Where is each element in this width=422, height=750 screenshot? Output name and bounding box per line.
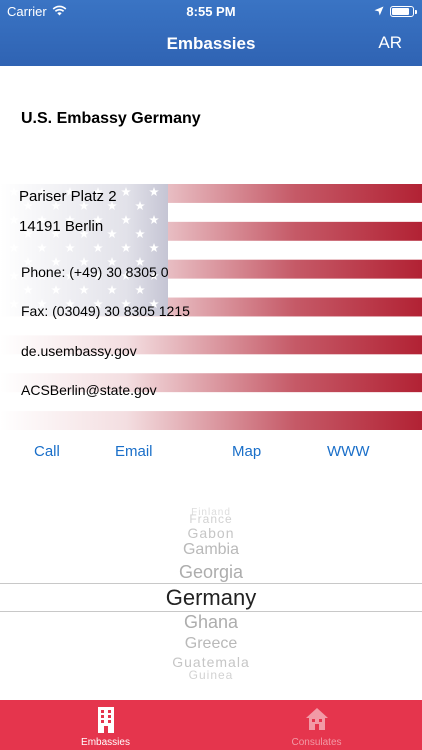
ar-button[interactable]: AR	[378, 33, 402, 53]
status-time: 8:55 PM	[186, 4, 236, 19]
picker-selection-line-bottom	[0, 611, 422, 612]
building-icon	[97, 707, 115, 738]
address-line1: Pariser Platz 2	[19, 188, 117, 205]
address-line2: 14191 Berlin	[19, 218, 104, 235]
picker-item[interactable]: Gambia	[0, 541, 422, 559]
picker-item[interactable]: Ghana	[0, 612, 422, 633]
status-right	[374, 4, 417, 19]
country-picker[interactable]: Finland France Gabon Gambia Georgia Germ…	[0, 505, 422, 685]
tab-label-embassies: Embassies	[81, 737, 130, 748]
house-icon	[305, 707, 329, 736]
picker-item[interactable]: Gabon	[0, 525, 422, 541]
tab-consulates[interactable]: Consulates	[211, 700, 422, 750]
picker-item[interactable]: Georgia	[0, 562, 422, 583]
page-title: Embassies	[166, 34, 256, 53]
call-button[interactable]: Call	[34, 443, 60, 460]
battery-fill	[392, 8, 409, 15]
fax-number: Fax: (03049) 30 8305 1215	[21, 303, 190, 319]
location-arrow-icon	[374, 4, 384, 19]
email-text: ACSBerlin@state.gov	[21, 382, 157, 398]
embassy-name: U.S. Embassy Germany	[21, 110, 201, 127]
picker-item[interactable]: Greece	[0, 635, 422, 653]
tab-embassies[interactable]: Embassies	[0, 700, 211, 750]
picker-selection-line-top	[0, 583, 422, 584]
picker-item[interactable]: France	[0, 512, 422, 526]
email-button[interactable]: Email	[115, 443, 153, 460]
website-text: de.usembassy.gov	[21, 343, 137, 359]
picker-selected-item[interactable]: Germany	[0, 585, 422, 611]
map-button[interactable]: Map	[232, 443, 261, 460]
www-button[interactable]: WWW	[327, 443, 369, 460]
phone-number: Phone: (+49) 30 8305 0	[21, 264, 169, 280]
picker-item[interactable]: Guinea	[0, 668, 422, 682]
status-bar: Carrier 8:55 PM	[0, 0, 422, 22]
tab-bar: Embassies Consulates	[0, 700, 422, 750]
navigation-header: Carrier 8:55 PM Embassies AR	[0, 0, 422, 66]
battery-icon	[390, 6, 417, 17]
tab-label-consulates: Consulates	[291, 737, 342, 748]
